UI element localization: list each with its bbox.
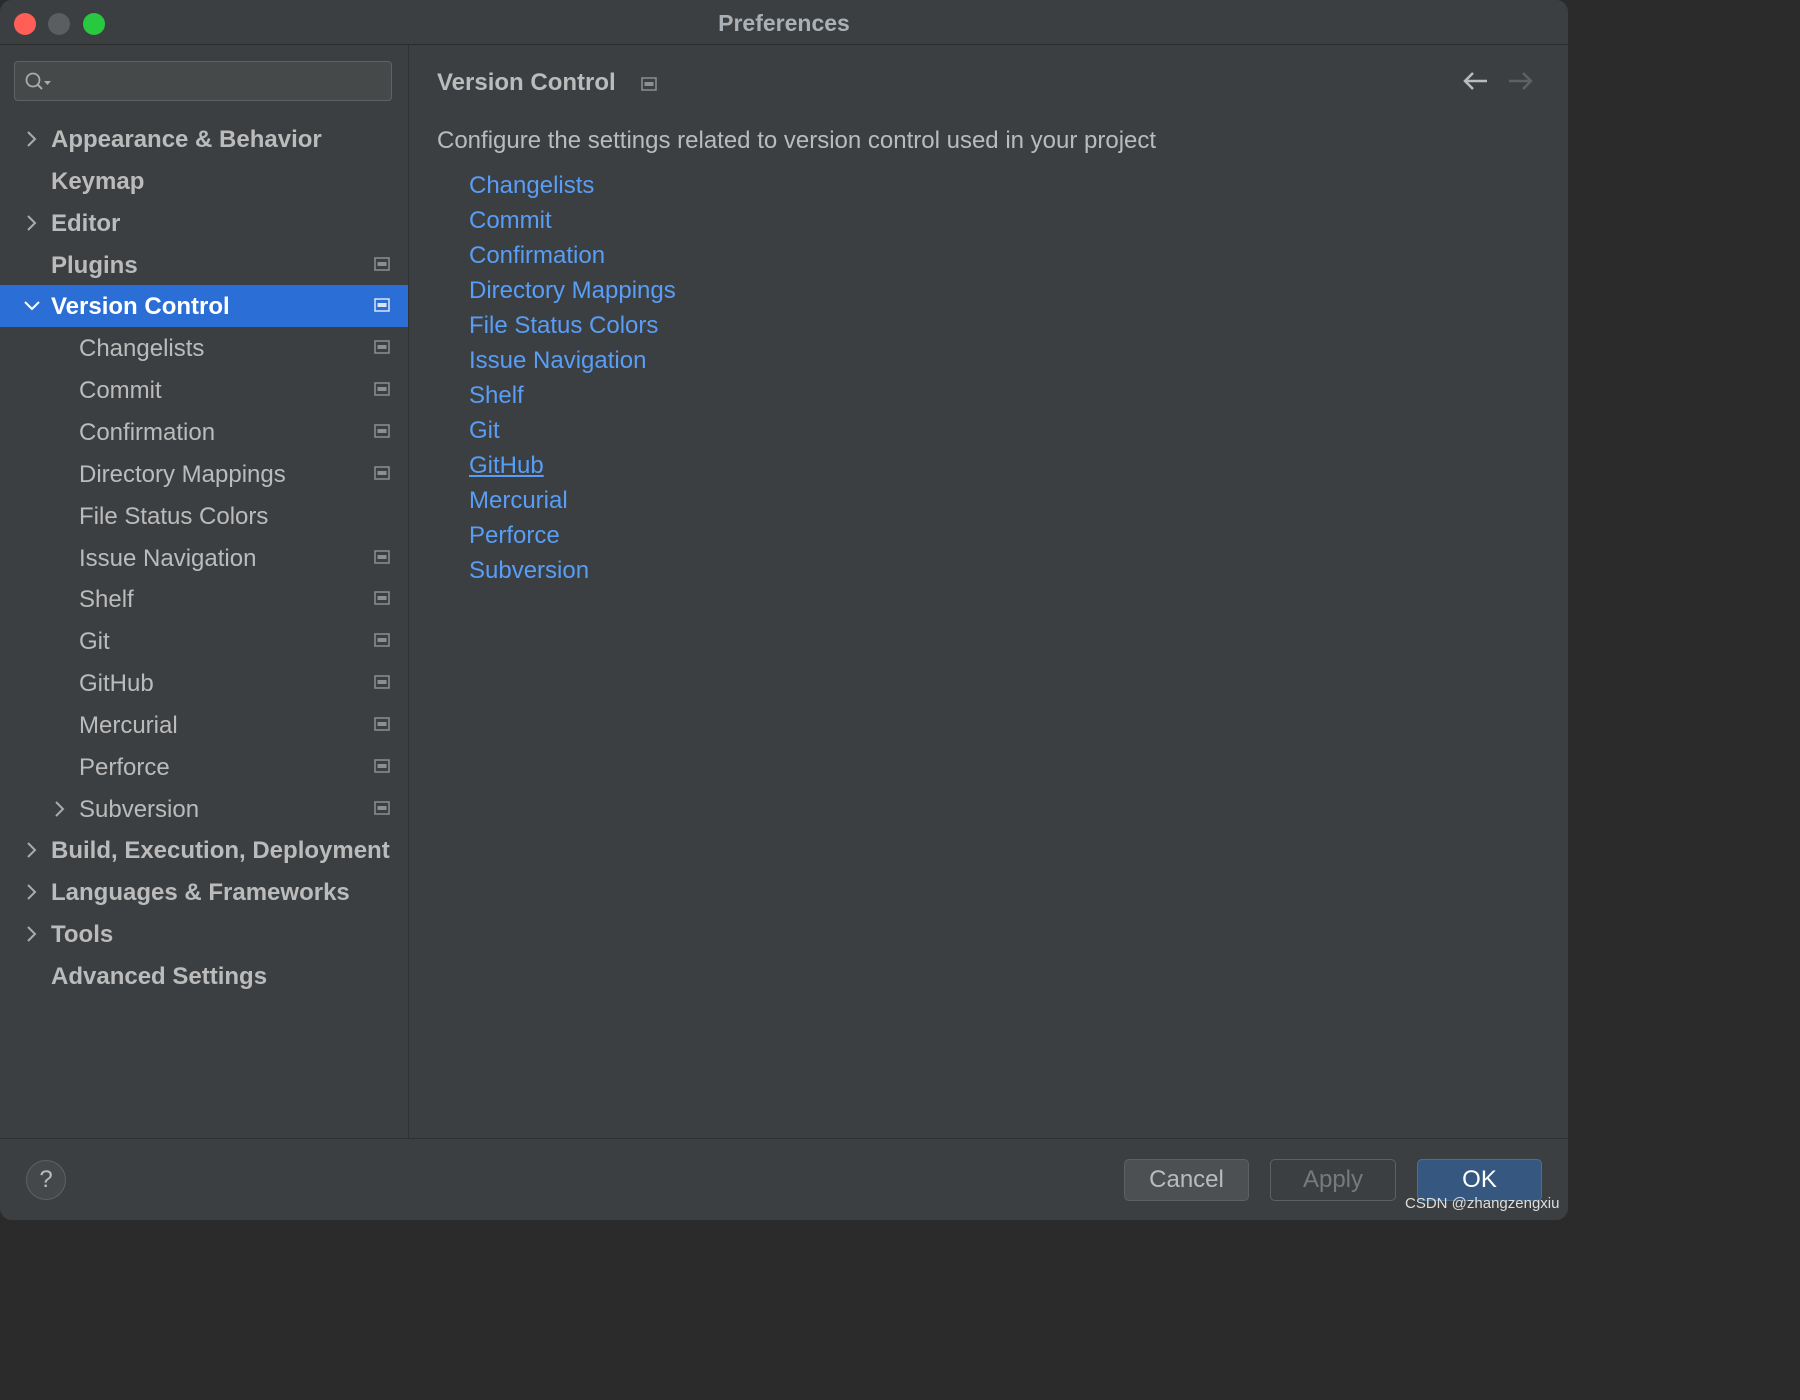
- project-level-icon: [374, 717, 390, 731]
- chevron-right-icon[interactable]: [24, 214, 40, 231]
- sidebar-item-label: Commit: [79, 377, 162, 405]
- sidebar-item-label: Editor: [51, 209, 121, 237]
- sidebar-item-label: Shelf: [79, 586, 134, 614]
- link-file-status-colors[interactable]: File Status Colors: [469, 311, 676, 346]
- sidebar-item-confirmation[interactable]: Confirmation: [0, 411, 408, 453]
- link-shelf[interactable]: Shelf: [469, 381, 676, 416]
- sidebar-item-appearance-behavior[interactable]: Appearance & Behavior: [0, 118, 408, 160]
- sidebar-item-label: Languages & Frameworks: [51, 879, 350, 907]
- apply-button[interactable]: Apply: [1270, 1159, 1396, 1201]
- link-directory-mappings[interactable]: Directory Mappings: [469, 276, 676, 311]
- sidebar-item-commit[interactable]: Commit: [0, 369, 408, 411]
- settings-sidebar: Appearance & Behavior Keymap Editor Plugins…: [0, 45, 409, 1138]
- sidebar-item-shelf[interactable]: Shelf: [0, 578, 408, 620]
- sidebar-item-label: Git: [79, 628, 110, 656]
- link-commit[interactable]: Commit: [469, 206, 676, 241]
- subsection-links: Changelists Commit Confirmation Directory M…: [469, 171, 676, 591]
- link-confirmation[interactable]: Confirmation: [469, 241, 676, 276]
- project-level-icon: [374, 424, 390, 438]
- sidebar-item-subversion[interactable]: Subversion: [0, 788, 408, 830]
- page-title: Version Control: [437, 69, 616, 96]
- search-input[interactable]: [59, 66, 383, 98]
- sidebar-item-editor[interactable]: Editor: [0, 202, 408, 244]
- project-level-icon: [374, 591, 390, 606]
- sidebar-item-label: Advanced Settings: [51, 963, 268, 990]
- watermark: CSDN @zhangzengxiu: [1405, 1195, 1560, 1212]
- chevron-right-icon[interactable]: [24, 131, 40, 147]
- project-level-icon: [374, 382, 390, 396]
- sidebar-item-label: Changelists: [79, 335, 205, 363]
- project-level-icon: [374, 256, 390, 271]
- sidebar-item-label: Subversion: [79, 795, 200, 823]
- project-level-icon: [374, 298, 390, 313]
- link-github[interactable]: GitHub: [469, 451, 676, 486]
- dialog-footer: ? Cancel Apply OK CSDN @zhangzengxiu: [0, 1138, 1568, 1220]
- sidebar-item-label: Version Control: [51, 293, 230, 321]
- project-level-icon: [641, 77, 657, 91]
- sidebar-item-github[interactable]: GitHub: [0, 662, 408, 704]
- chevron-right-icon[interactable]: [24, 884, 40, 901]
- sidebar-item-git[interactable]: Git: [0, 620, 408, 662]
- project-level-icon: [374, 340, 390, 354]
- chevron-right-icon[interactable]: [24, 842, 40, 859]
- project-level-icon: [374, 466, 390, 480]
- sidebar-item-label: Build, Execution, Deployment: [51, 837, 390, 865]
- arrow-right-icon[interactable]: [1507, 69, 1535, 93]
- chevron-right-icon[interactable]: [24, 926, 40, 942]
- link-subversion[interactable]: Subversion: [469, 556, 676, 591]
- sidebar-item-plugins[interactable]: Plugins: [0, 244, 408, 286]
- sidebar-item-version-control[interactable]: Version Control: [0, 285, 408, 328]
- sidebar-item-advanced-settings[interactable]: Advanced Settings: [0, 955, 408, 997]
- sidebar-item-file-status-colors[interactable]: File Status Colors: [0, 495, 408, 537]
- sidebar-item-languages-frameworks[interactable]: Languages & Frameworks: [0, 871, 408, 913]
- project-level-icon: [374, 759, 390, 773]
- link-perforce[interactable]: Perforce: [469, 521, 676, 556]
- cancel-button[interactable]: Cancel: [1124, 1159, 1249, 1201]
- sidebar-item-changelists[interactable]: Changelists: [0, 327, 408, 369]
- sidebar-item-label: Issue Navigation: [79, 544, 257, 572]
- sidebar-item-directory-mappings[interactable]: Directory Mappings: [0, 453, 408, 495]
- sidebar-item-label: Plugins: [51, 251, 138, 279]
- sidebar-item-perforce[interactable]: Perforce: [0, 746, 408, 788]
- link-mercurial[interactable]: Mercurial: [469, 486, 676, 521]
- sidebar-item-label: Keymap: [51, 167, 145, 195]
- project-level-icon: [374, 675, 390, 689]
- sidebar-item-keymap[interactable]: Keymap: [0, 160, 408, 202]
- project-level-icon: [374, 549, 390, 564]
- help-button[interactable]: ?: [26, 1160, 66, 1200]
- sidebar-item-label: Appearance & Behavior: [51, 126, 322, 153]
- arrow-left-icon[interactable]: [1461, 69, 1489, 93]
- search-icon: [25, 72, 51, 90]
- sidebar-item-label: Directory Mappings: [79, 460, 286, 488]
- sidebar-item-label: GitHub: [79, 670, 154, 698]
- sidebar-item-mercurial[interactable]: Mercurial: [0, 704, 408, 746]
- link-git[interactable]: Git: [469, 416, 676, 451]
- sidebar-item-build-execution-deployment[interactable]: Build, Execution, Deployment: [0, 829, 408, 871]
- sidebar-item-label: Confirmation: [79, 418, 216, 446]
- sidebar-item-issue-navigation[interactable]: Issue Navigation: [0, 537, 408, 579]
- project-level-icon: [374, 633, 390, 647]
- project-level-icon: [374, 800, 390, 815]
- link-changelists[interactable]: Changelists: [469, 171, 676, 206]
- sidebar-item-label: Mercurial: [79, 711, 178, 739]
- link-issue-navigation[interactable]: Issue Navigation: [469, 346, 676, 381]
- sidebar-item-tools[interactable]: Tools: [0, 913, 408, 955]
- sidebar-item-label: Perforce: [79, 753, 170, 781]
- window-title: Preferences: [718, 10, 850, 36]
- sidebar-item-label: Tools: [51, 921, 114, 949]
- sidebar-item-label: File Status Colors: [79, 502, 269, 530]
- chevron-right-icon[interactable]: [52, 800, 68, 817]
- chevron-down-icon[interactable]: [24, 298, 40, 314]
- title-bar: Preferences: [0, 0, 1568, 45]
- content-panel: Version Control Configure the settings r…: [409, 45, 1568, 1138]
- preferences-window: Preferences Appearance & Behavior Keymap E…: [0, 0, 1568, 1220]
- search-box[interactable]: [14, 61, 392, 101]
- page-description: Configure the settings related to versio…: [437, 127, 1157, 154]
